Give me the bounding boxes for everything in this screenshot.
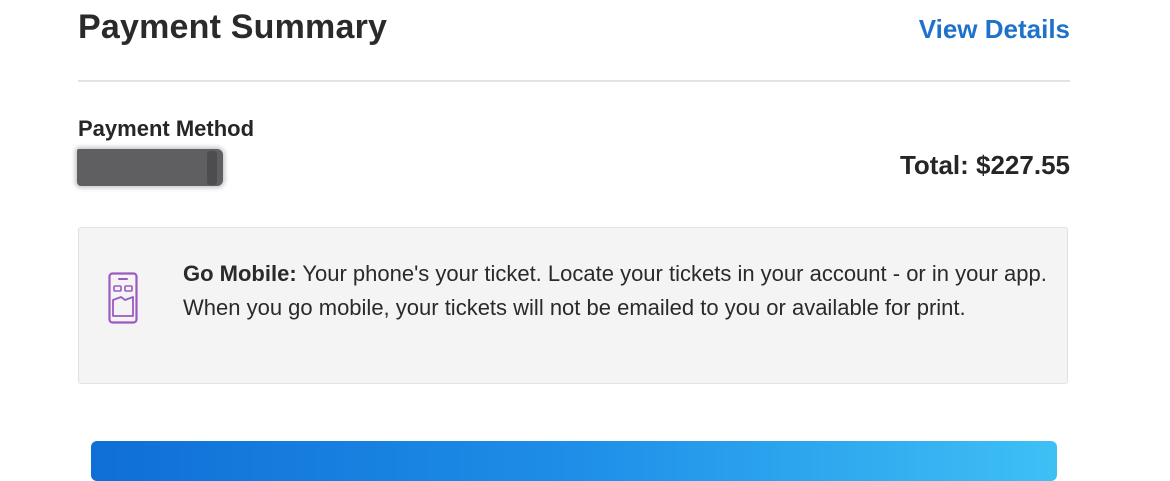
go-mobile-notice: Go Mobile: Your phone's your ticket. Loc… [78,227,1068,384]
go-mobile-body: Your phone's your ticket. Locate your ti… [183,261,1047,320]
order-total: Total: $227.55 [899,150,1070,180]
go-mobile-message: Go Mobile: Your phone's your ticket. Loc… [183,257,1053,324]
primary-action-button[interactable] [91,441,1057,481]
page-title: Payment Summary [78,8,388,46]
view-details-link[interactable]: View Details [919,14,1070,45]
go-mobile-heading: Go Mobile: [183,261,297,286]
mobile-phone-icon [108,272,138,324]
payment-summary-header: Payment Summary View Details [78,0,1070,82]
payment-method-label: Payment Method [78,116,255,141]
redacted-payment-method [77,149,223,186]
